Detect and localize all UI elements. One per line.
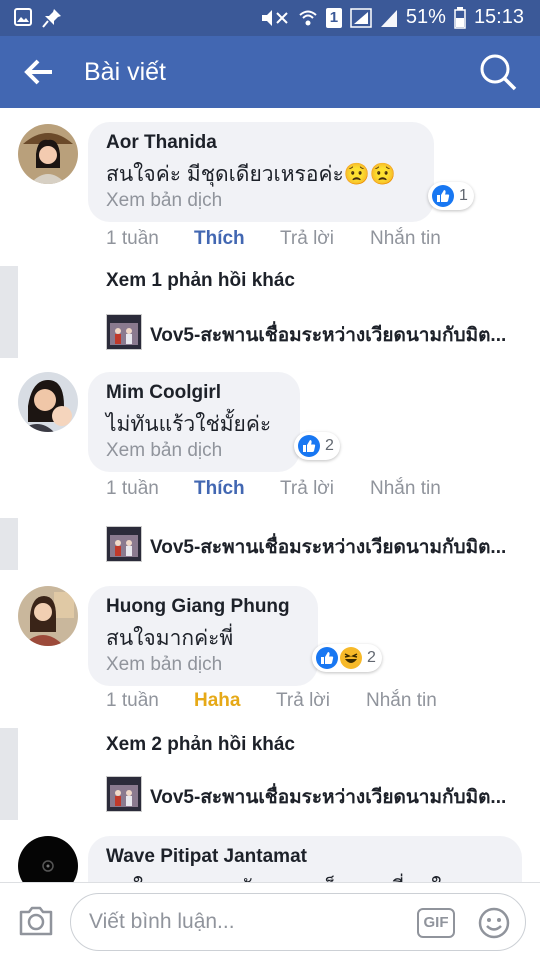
comment-timestamp: 1 tuần	[106, 228, 159, 249]
reaction-count: 2	[325, 437, 334, 454]
search-icon	[480, 54, 517, 91]
message-button[interactable]: Nhắn tin	[366, 690, 437, 712]
reply-preview-text: Vov5-สะพานเชื่อมระหว่างเวียดนามกับมิต...	[150, 325, 507, 346]
reply-preview[interactable]: Vov5-สะพานเชื่อมระหว่างเวียดนามกับมิต...	[106, 776, 526, 812]
reply-preview[interactable]: Vov5-สะพานเชื่อมระหว่างเวียดนามกับมิต...	[106, 314, 526, 350]
comment-bubble: Aor Thanida สนใจค่ะ มีชุดเดียวเหรอค่ะ😟😟 …	[88, 122, 434, 222]
avatar[interactable]	[18, 586, 78, 646]
signal-icon	[350, 7, 372, 28]
comment-actions: 1 tuần Thích Trả lời Nhắn tin	[106, 478, 466, 502]
like-reaction-icon	[316, 647, 338, 669]
battery-percent: 51%	[405, 6, 446, 28]
comment-composer: Viết bình luận... GIF	[0, 882, 540, 961]
avatar[interactable]	[18, 836, 78, 882]
reaction-summary[interactable]: 2	[312, 644, 382, 672]
comment-input[interactable]: Viết bình luận... GIF	[70, 893, 526, 951]
reply-preview[interactable]: Vov5-สะพานเชื่อมระหว่างเวียดนามกับมิต...	[106, 526, 526, 562]
mute-icon	[261, 9, 288, 26]
comment-bubble: Wave Pitipat Jantamat สนใจมากเลยครับแพรว…	[88, 836, 522, 882]
reaction-count: 2	[367, 649, 376, 666]
comment-text: สนใจมากเลยครับแพรวเห็นภาพที่สนใจ	[106, 872, 454, 882]
search-button[interactable]	[478, 52, 518, 92]
comment-feed[interactable]: Aor Thanida สนใจค่ะ มีชุดเดียวเหรอค่ะ😟😟 …	[0, 108, 540, 882]
comment-bubble: Mim Coolgirl ไม่ทันแร้วใช่มั้ยค่ะ Xem bả…	[88, 372, 300, 472]
reply-button[interactable]: Trả lời	[280, 228, 334, 250]
signal-icon-2	[380, 9, 397, 27]
see-translation-link[interactable]: Xem bản dịch	[106, 190, 222, 212]
view-more-replies-link[interactable]: Xem 1 phản hồi khác	[106, 270, 295, 292]
haha-button[interactable]: Haha	[194, 690, 240, 712]
app-bar: Bài viết	[0, 36, 540, 108]
reply-avatar	[106, 314, 142, 350]
reply-avatar	[106, 776, 142, 812]
reply-preview-text: Vov5-สะพานเชื่อมระหว่างเวียดนามกับมิต...	[150, 537, 507, 558]
like-reaction-icon	[298, 435, 320, 457]
emoji-button[interactable]	[477, 906, 511, 940]
view-more-replies-link[interactable]: Xem 2 phản hồi khác	[106, 734, 295, 756]
reply-thread-indicator	[0, 728, 18, 820]
comment-actions: 1 tuần Thích Trả lời Nhắn tin	[106, 228, 466, 252]
reply-preview-text: Vov5-สะพานเชื่อมระหว่างเวียดนามกับมิต...	[150, 787, 507, 808]
reply-button[interactable]: Trả lời	[280, 478, 334, 500]
emoji-icon	[478, 907, 510, 939]
page-title: Bài viết	[84, 58, 166, 86]
comment-text: ไม่ทันแร้วใช่มั้ยค่ะ	[106, 413, 272, 436]
camera-button[interactable]	[18, 903, 54, 939]
see-translation-link[interactable]: Xem bản dịch	[106, 654, 222, 676]
reply-avatar	[106, 526, 142, 562]
message-button[interactable]: Nhắn tin	[370, 478, 441, 500]
see-translation-link[interactable]: Xem bản dịch	[106, 440, 222, 462]
pin-icon	[42, 9, 61, 28]
comment-bubble: Huong Giang Phung สนใจมากค่ะพี่ Xem bản …	[88, 586, 318, 686]
reaction-summary[interactable]: 2	[294, 432, 340, 460]
reply-thread-indicator	[0, 266, 18, 358]
like-button[interactable]: Thích	[194, 478, 245, 500]
like-reaction-icon	[432, 185, 454, 207]
comment-timestamp: 1 tuần	[106, 478, 159, 499]
reply-thread-indicator	[0, 518, 18, 570]
haha-reaction-icon	[340, 647, 362, 669]
like-button[interactable]: Thích	[194, 228, 245, 250]
reaction-summary[interactable]: 1	[428, 182, 474, 210]
comment-author[interactable]: Aor Thanida	[106, 132, 217, 154]
reaction-count: 1	[459, 187, 468, 204]
comment-timestamp: 1 tuần	[106, 690, 159, 711]
clock: 15:13	[473, 6, 524, 28]
comment-text: สนใจมากค่ะพี่	[106, 627, 234, 650]
comment-author[interactable]: Mim Coolgirl	[106, 382, 221, 404]
comment-author[interactable]: Huong Giang Phung	[106, 596, 290, 618]
comment-author[interactable]: Wave Pitipat Jantamat	[106, 846, 307, 868]
battery-icon	[454, 6, 466, 29]
gallery-icon	[14, 8, 32, 26]
avatar[interactable]	[18, 124, 78, 184]
status-bar: 1 51% 15:13	[0, 0, 540, 36]
reply-button[interactable]: Trả lời	[276, 690, 330, 712]
gif-button[interactable]: GIF	[417, 908, 455, 938]
message-button[interactable]: Nhắn tin	[370, 228, 441, 250]
arrow-left-icon	[24, 59, 52, 85]
back-button[interactable]	[24, 58, 56, 86]
wifi-icon	[299, 10, 317, 25]
camera-icon	[19, 906, 53, 936]
comment-actions: 1 tuần Haha Trả lời Nhắn tin	[106, 690, 466, 714]
comment-placeholder: Viết bình luận...	[89, 910, 235, 933]
sim-badge: 1	[325, 7, 342, 28]
comment-text: สนใจค่ะ มีชุดเดียวเหรอค่ะ😟😟	[106, 163, 397, 186]
avatar[interactable]	[18, 372, 78, 432]
